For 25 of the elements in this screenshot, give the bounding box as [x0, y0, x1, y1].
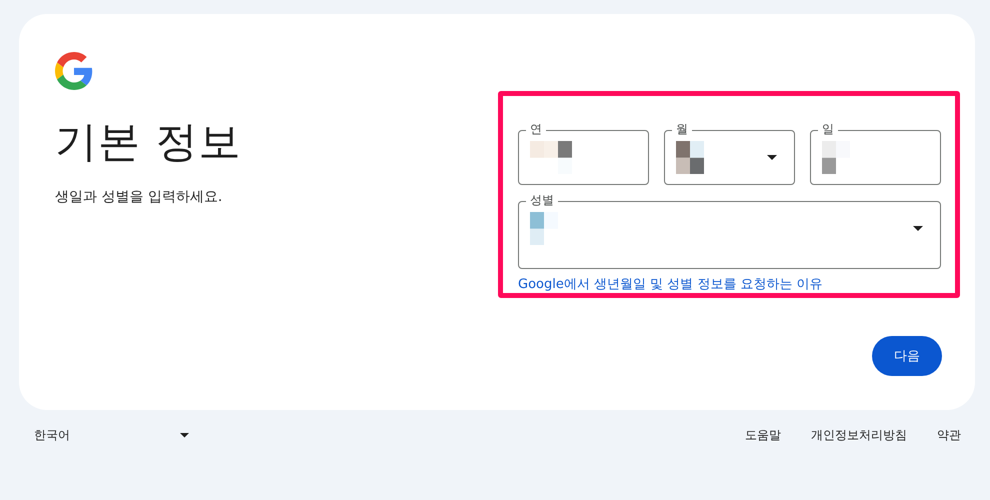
- dropdown-field[interactable]: 성별: [518, 193, 941, 269]
- input-field[interactable]: 연: [518, 122, 649, 185]
- language-selector[interactable]: 한국어: [34, 427, 189, 444]
- next-button[interactable]: 다음: [872, 336, 942, 376]
- footer-link[interactable]: 도움말: [745, 427, 781, 444]
- logo-icon: [55, 52, 93, 90]
- language-label: 한국어: [34, 427, 70, 444]
- page-subtitle: 생일과 성별을 입력하세요.: [55, 188, 224, 206]
- page-title: 기본 정보: [55, 116, 242, 168]
- field-label: 월: [672, 122, 692, 137]
- footer-link[interactable]: 약관: [937, 427, 961, 444]
- pixelated-value: [676, 140, 704, 174]
- dropdown-field[interactable]: 월: [664, 122, 795, 185]
- field-label: 성별: [526, 193, 558, 208]
- input-field[interactable]: 일: [810, 122, 941, 185]
- pixelated-value: [530, 140, 572, 174]
- dropdown-caret-icon: [913, 226, 923, 231]
- field-label: 일: [818, 122, 838, 137]
- dropdown-caret-icon: [180, 433, 189, 438]
- pixelated-value: [530, 212, 558, 246]
- dropdown-caret-icon: [767, 155, 777, 160]
- pixelated-value: [822, 140, 850, 174]
- field-label: 연: [526, 122, 546, 137]
- footer-link[interactable]: 개인정보처리방침: [811, 427, 907, 444]
- info-link[interactable]: Google에서 생년월일 및 성별 정보를 요청하는 이유: [518, 275, 823, 293]
